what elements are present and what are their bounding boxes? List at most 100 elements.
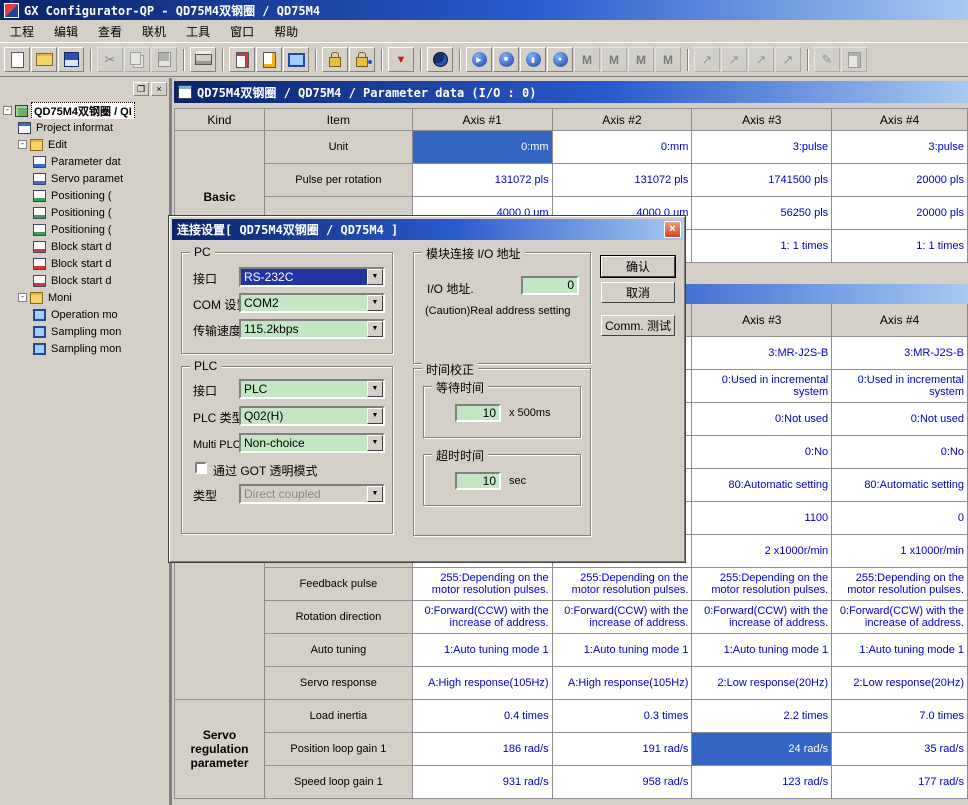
chevron-down-icon[interactable]: ▼	[367, 408, 383, 424]
value-cell[interactable]: 80:Automatic setting	[692, 469, 832, 502]
value-cell[interactable]: 255:Depending on the motor resolution pu…	[553, 568, 693, 601]
got-transparent-checkbox[interactable]	[195, 462, 207, 474]
tool-1-button[interactable]: ↗	[694, 47, 720, 72]
menu-item-6[interactable]: 帮助	[264, 21, 308, 42]
tree-item-7[interactable]: Positioning (	[0, 221, 169, 238]
wait-time-field[interactable]: 10	[455, 404, 501, 422]
dialog-close-button[interactable]: ×	[664, 221, 681, 238]
dialog-titlebar[interactable]: 连接设置[ QD75M4双钢圈 / QD75M4 ] ×	[172, 219, 683, 240]
value-cell[interactable]: 35 rad/s	[832, 733, 968, 766]
panel-pin-button[interactable]: ❐	[133, 82, 149, 96]
value-cell[interactable]: 191 rad/s	[553, 733, 693, 766]
value-cell[interactable]: 931 rad/s	[413, 766, 553, 799]
tool-3-button[interactable]: ↗	[748, 47, 774, 72]
tool-4-button[interactable]: ↗	[775, 47, 801, 72]
open-project-button[interactable]	[31, 47, 57, 72]
chevron-down-icon[interactable]: ▼	[367, 321, 383, 337]
value-cell[interactable]: 1:Auto tuning mode 1	[692, 634, 832, 667]
value-cell[interactable]: 1: 1 times	[832, 230, 968, 263]
tree-item-14[interactable]: Sampling mon	[0, 340, 169, 357]
timeout-field[interactable]: 10	[455, 472, 501, 490]
m-code-3-button[interactable]: M	[628, 47, 654, 72]
value-cell[interactable]: 0:No	[832, 436, 968, 469]
tree-item-13[interactable]: Sampling mon	[0, 323, 169, 340]
value-cell[interactable]: 1100	[692, 502, 832, 535]
com-setting-combo[interactable]: COM2 ▼	[239, 293, 385, 313]
tool-2-button[interactable]: ↗	[721, 47, 747, 72]
value-cell[interactable]: 2.2 times	[692, 700, 832, 733]
value-cell[interactable]: 0:No	[692, 436, 832, 469]
value-cell[interactable]: 177 rad/s	[832, 766, 968, 799]
value-cell[interactable]: 186 rad/s	[413, 733, 553, 766]
ok-button[interactable]: 确认	[601, 256, 675, 277]
verify-module-button[interactable]	[256, 47, 282, 72]
m-code-4-button[interactable]: M	[655, 47, 681, 72]
value-cell[interactable]: A:High response(105Hz)	[413, 667, 553, 700]
chevron-down-icon[interactable]: ▼	[367, 381, 383, 397]
online-button[interactable]	[427, 47, 453, 72]
child-titlebar[interactable]: QD75M4双钢圈 / QD75M4 / Parameter data (I/O…	[174, 81, 968, 103]
tree-item-8[interactable]: Block start d	[0, 238, 169, 255]
copy-button[interactable]	[124, 47, 150, 72]
value-cell[interactable]: 1: 1 times	[692, 230, 832, 263]
value-cell[interactable]: 0.3 times	[553, 700, 693, 733]
value-cell[interactable]: 123 rad/s	[692, 766, 832, 799]
tree-item-1[interactable]: Project informat	[0, 119, 169, 136]
monitor-pause-button[interactable]: ▮	[520, 47, 546, 72]
panel-close-button[interactable]: ×	[151, 82, 167, 96]
value-cell[interactable]: 131072 pls	[553, 164, 693, 197]
monitor-start-button[interactable]: ▶	[466, 47, 492, 72]
value-cell[interactable]: 20000 pls	[832, 164, 968, 197]
chevron-down-icon[interactable]: ▼	[367, 435, 383, 451]
tree-item-12[interactable]: Operation mo	[0, 306, 169, 323]
expand-icon[interactable]: -	[18, 140, 27, 149]
value-cell[interactable]: 3:MR-J2S-B	[832, 337, 968, 370]
value-cell[interactable]: 0:Not used	[832, 403, 968, 436]
value-cell[interactable]: 1:Auto tuning mode 1	[553, 634, 693, 667]
value-cell[interactable]: 0:Forward(CCW) with the increase of addr…	[553, 601, 693, 634]
value-cell[interactable]: 1:Auto tuning mode 1	[832, 634, 968, 667]
value-cell[interactable]: 0:Forward(CCW) with the increase of addr…	[413, 601, 553, 634]
value-cell[interactable]: 255:Depending on the motor resolution pu…	[832, 568, 968, 601]
tree-item-9[interactable]: Block start d	[0, 255, 169, 272]
lock-button[interactable]	[322, 47, 348, 72]
m-code-1-button[interactable]: M	[574, 47, 600, 72]
chevron-down-icon[interactable]: ▼	[367, 295, 383, 311]
tree-item-2[interactable]: -Edit	[0, 136, 169, 153]
value-cell[interactable]: 1741500 pls	[692, 164, 832, 197]
value-cell[interactable]: 131072 pls	[413, 164, 553, 197]
value-cell[interactable]: 1 x1000r/min	[832, 535, 968, 568]
value-cell[interactable]: 0:Not used	[692, 403, 832, 436]
save-project-button[interactable]	[58, 47, 84, 72]
value-cell[interactable]: 0:mm	[413, 131, 553, 164]
tree-item-3[interactable]: Parameter dat	[0, 153, 169, 170]
value-cell[interactable]: 7.0 times	[832, 700, 968, 733]
comm-test-button[interactable]: Comm. 测试	[601, 315, 675, 336]
value-cell[interactable]: 3:MR-J2S-B	[692, 337, 832, 370]
tree-item-6[interactable]: Positioning (	[0, 204, 169, 221]
value-cell[interactable]: 24 rad/s	[692, 733, 832, 766]
monitor-stop-button[interactable]: ■	[493, 47, 519, 72]
tree-item-10[interactable]: Block start d	[0, 272, 169, 289]
expand-icon[interactable]: -	[3, 106, 12, 115]
print-button[interactable]	[190, 47, 216, 72]
cancel-button[interactable]: 取消	[601, 282, 675, 303]
plc-interface-combo[interactable]: PLC ▼	[239, 379, 385, 399]
paste-button[interactable]	[151, 47, 177, 72]
value-cell[interactable]: 2:Low response(20Hz)	[832, 667, 968, 700]
tree-item-5[interactable]: Positioning (	[0, 187, 169, 204]
tree-item-4[interactable]: Servo paramet	[0, 170, 169, 187]
new-project-button[interactable]	[4, 47, 30, 72]
app-titlebar[interactable]: GX Configurator-QP - QD75M4双钢圈 / QD75M4	[0, 0, 968, 20]
write-to-module-button[interactable]	[229, 47, 255, 72]
menu-item-3[interactable]: 联机	[132, 21, 176, 42]
value-cell[interactable]: 958 rad/s	[553, 766, 693, 799]
protect-button[interactable]	[841, 47, 867, 72]
io-address-field[interactable]: 0	[521, 276, 579, 295]
menu-item-1[interactable]: 编辑	[44, 21, 88, 42]
value-cell[interactable]: 0.4 times	[413, 700, 553, 733]
menu-item-4[interactable]: 工具	[176, 21, 220, 42]
chevron-down-icon[interactable]: ▼	[367, 269, 383, 285]
monitor-setup-button[interactable]: ●	[547, 47, 573, 72]
value-cell[interactable]: 0:Forward(CCW) with the increase of addr…	[692, 601, 832, 634]
